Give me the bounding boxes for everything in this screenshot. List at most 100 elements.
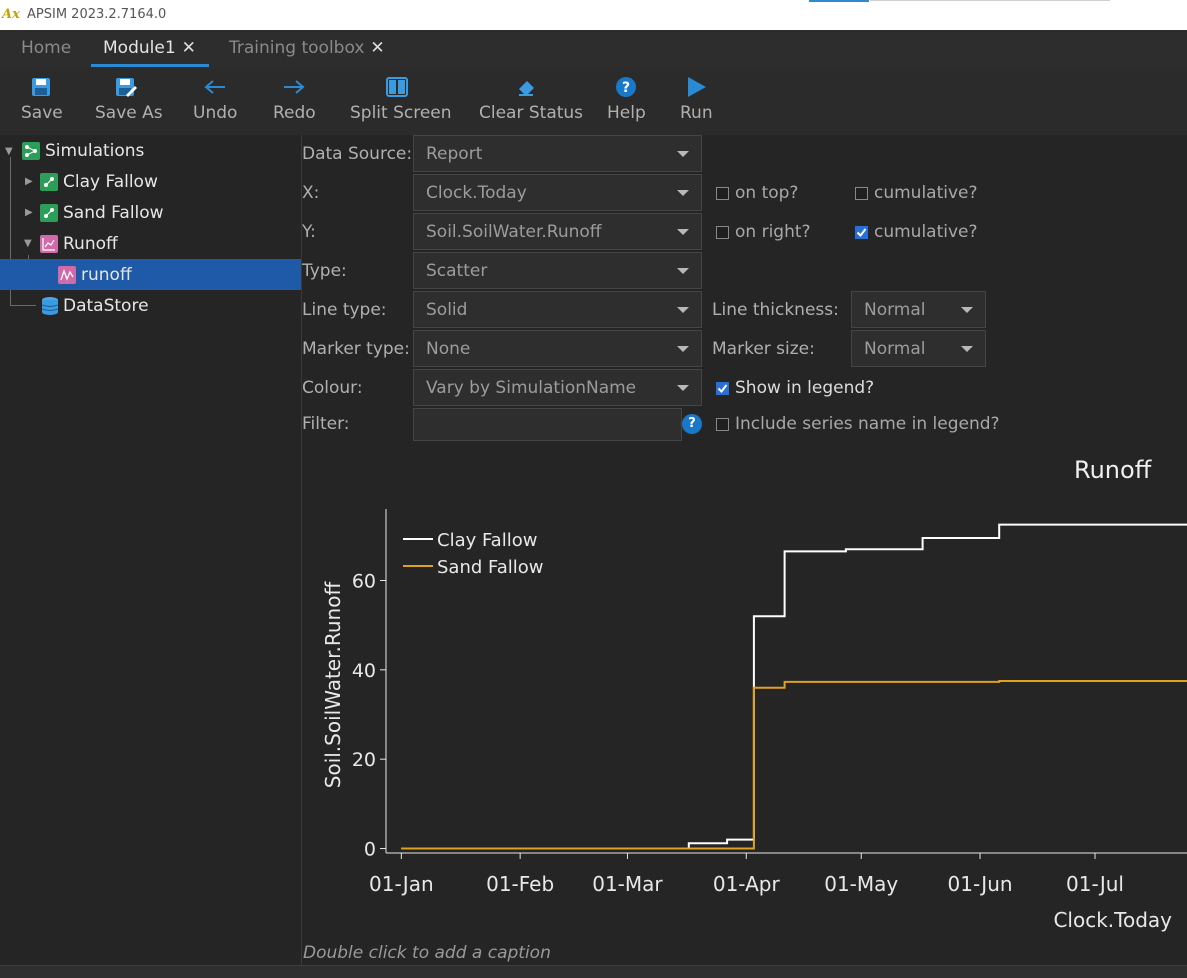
split-screen-icon	[386, 77, 408, 97]
simulation-tree: ▼ Simulations ▶ Clay Fallow ▶ Sand Fallo…	[0, 135, 302, 977]
split-screen-button[interactable]: Split Screen	[350, 73, 452, 123]
series-line-sand-fallow	[401, 680, 1187, 850]
x-axis-label: Clock.Today	[1053, 908, 1172, 932]
legend-entry: Sand Fallow	[437, 557, 543, 578]
type-dropdown[interactable]: Scatter	[413, 252, 702, 289]
data-source-dropdown[interactable]: Report	[413, 135, 702, 172]
x-cumulative-checkbox[interactable]: cumulative?	[855, 183, 978, 203]
chevron-down-icon	[677, 268, 689, 274]
marker-size-label: Marker size:	[712, 339, 815, 359]
save-button[interactable]: Save	[21, 73, 63, 123]
tab-label: Module1	[103, 38, 176, 58]
close-icon[interactable]: ✕	[182, 38, 196, 58]
y-tick-label: 0	[364, 839, 376, 861]
check-icon	[855, 225, 868, 239]
x-tick-label: 01-May	[824, 872, 898, 896]
checkbox-label: Show in legend?	[735, 378, 875, 398]
expand-arrow-icon[interactable]: ▼	[24, 238, 32, 249]
include-series-name-checkbox[interactable]: Include series name in legend?	[716, 414, 1000, 434]
undo-button[interactable]: Undo	[193, 73, 237, 123]
x-tick-label: 01-Feb	[486, 872, 554, 896]
checkbox-label: cumulative?	[874, 222, 978, 242]
y-field-dropdown[interactable]: Soil.SoilWater.Runoff	[413, 213, 702, 250]
colour-label: Colour:	[302, 378, 363, 398]
y-tick-label: 20	[352, 749, 376, 771]
tree-item-runoff-graph[interactable]: Runoff	[40, 228, 118, 259]
x-tick-label: 01-Apr	[713, 872, 781, 896]
filter-help-icon[interactable]: ?	[682, 414, 702, 434]
help-button[interactable]: ? Help	[607, 73, 646, 123]
type-label: Type:	[302, 261, 347, 281]
dropdown-value: Vary by SimulationName	[426, 378, 637, 398]
marker-type-dropdown[interactable]: None	[413, 330, 702, 367]
x-tick-label: 01-Jan	[369, 872, 434, 896]
save-as-button[interactable]: Save As	[95, 73, 163, 123]
toolbar-label: Run	[680, 103, 713, 123]
toolbar-label: Clear Status	[479, 103, 584, 123]
marker-type-label: Marker type:	[302, 339, 410, 359]
close-icon[interactable]: ✕	[370, 38, 384, 58]
line-type-dropdown[interactable]: Solid	[413, 291, 702, 328]
filter-input[interactable]	[413, 408, 682, 441]
checkbox-label: on right?	[735, 222, 811, 242]
toolbar-label: Save As	[95, 103, 163, 123]
y-tick-label: 60	[352, 570, 376, 592]
tree-item-sand-fallow[interactable]: Sand Fallow	[40, 197, 164, 228]
chevron-down-icon	[677, 307, 689, 313]
on-right-checkbox[interactable]: on right?	[716, 222, 811, 242]
line-thickness-dropdown[interactable]: Normal	[851, 291, 986, 328]
dropdown-value: Clock.Today	[426, 183, 527, 203]
checkbox-label: cumulative?	[874, 183, 978, 203]
legend-entry: Clay Fallow	[437, 530, 537, 551]
graph-caption[interactable]: Double click to add a caption	[303, 943, 551, 963]
checkbox-box	[855, 186, 868, 200]
tree-item-datastore[interactable]: DataStore	[40, 290, 149, 321]
toolbar: Save Save As Undo Redo Split Screen Clea…	[0, 67, 1187, 135]
checkbox-box	[716, 417, 729, 431]
x-label: X:	[302, 183, 320, 203]
title-bar: Ax APSIM 2023.2.7164.0	[0, 0, 1187, 30]
save-icon	[32, 78, 50, 96]
undo-arrow-icon	[204, 80, 225, 94]
x-tick-label: 01-Mar	[592, 872, 663, 896]
tree-item-clay-fallow[interactable]: Clay Fallow	[40, 166, 158, 197]
graph-icon	[40, 234, 58, 253]
window-title: APSIM 2023.2.7164.0	[27, 7, 167, 22]
tab-training-toolbox[interactable]: Training toolbox ✕	[229, 38, 385, 58]
collapsed-arrow-icon[interactable]: ▶	[25, 207, 33, 218]
toolbar-label: Help	[607, 103, 646, 123]
y-tick-label: 40	[352, 660, 376, 682]
simulations-icon	[22, 141, 40, 160]
tree-item-simulations[interactable]: Simulations	[22, 135, 144, 166]
show-in-legend-checkbox[interactable]: Show in legend?	[716, 378, 874, 398]
runoff-chart[interactable]: 0 20 40 60 01-Jan 01-Feb 01-Mar 01-Apr 01-May 01-…	[301, 485, 1187, 965]
dropdown-value: Scatter	[426, 261, 488, 281]
tree-connector	[10, 305, 36, 306]
y-cumulative-checkbox[interactable]: cumulative?	[855, 222, 978, 242]
tab-module1[interactable]: Module1 ✕	[103, 38, 196, 58]
run-button[interactable]: Run	[680, 73, 713, 123]
marker-size-dropdown[interactable]: Normal	[851, 330, 986, 367]
colour-dropdown[interactable]: Vary by SimulationName	[413, 369, 702, 406]
save-as-icon	[116, 78, 137, 97]
chart-title: Runoff	[1074, 456, 1152, 484]
chevron-down-icon	[677, 346, 689, 352]
tree-item-label: Clay Fallow	[63, 171, 158, 192]
toolbar-label: Split Screen	[350, 103, 452, 123]
dropdown-value: Report	[426, 144, 483, 164]
tree-item-runoff-series[interactable]: runoff	[0, 259, 301, 290]
toolbar-label: Redo	[273, 103, 316, 123]
dropdown-value: Normal	[864, 339, 926, 359]
clear-status-button[interactable]: Clear Status	[479, 73, 584, 123]
tab-home[interactable]: Home	[21, 38, 71, 58]
redo-button[interactable]: Redo	[273, 73, 316, 123]
apsim-logo-icon: Ax	[2, 3, 20, 22]
x-field-dropdown[interactable]: Clock.Today	[413, 174, 702, 211]
on-top-checkbox[interactable]: on top?	[716, 183, 798, 203]
checkbox-label: on top?	[735, 183, 799, 203]
chevron-down-icon	[677, 385, 689, 391]
expand-arrow-icon[interactable]: ▼	[5, 146, 13, 157]
toolbar-label: Undo	[193, 103, 238, 123]
collapsed-arrow-icon[interactable]: ▶	[25, 176, 33, 187]
x-tick-label: 01-Jun	[948, 872, 1013, 896]
